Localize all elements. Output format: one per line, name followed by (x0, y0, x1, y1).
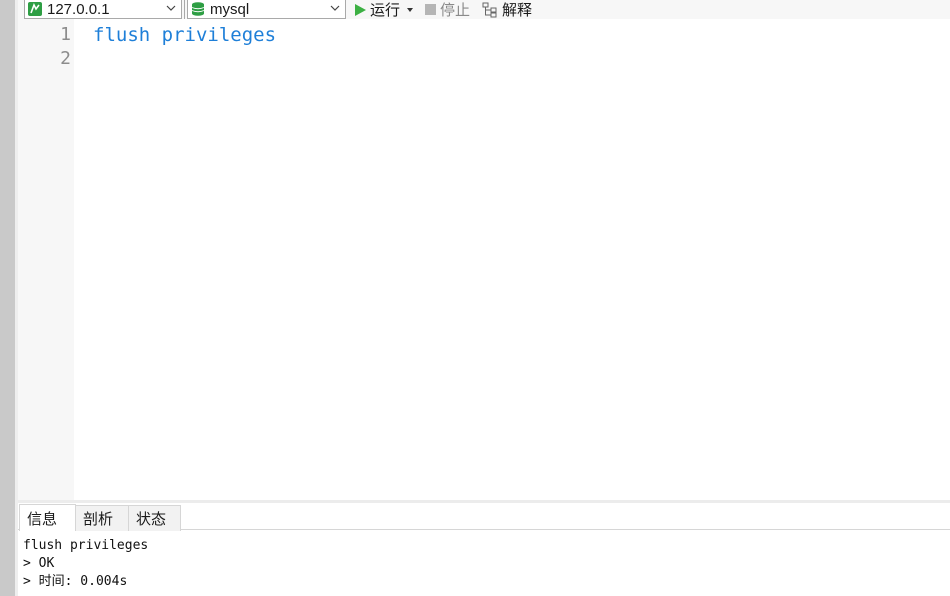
connection-select[interactable]: 127.0.0.1 (24, 0, 182, 19)
tab-info[interactable]: 信息 (19, 504, 76, 531)
output-line: > 时间: 0.004s (23, 574, 128, 589)
line-number: 1 (60, 24, 71, 45)
line-number-gutter: 1 2 (18, 19, 74, 500)
connection-value: 127.0.0.1 (47, 0, 110, 18)
play-icon (355, 3, 366, 16)
tab-label: 信息 (27, 510, 58, 528)
left-panel-strip (0, 0, 15, 596)
output-line: > OK (23, 556, 55, 571)
query-toolbar: 127.0.0.1 mysql 运行 停止 解释 (18, 0, 950, 19)
toolbar-separator (184, 0, 185, 19)
database-select[interactable]: mysql (187, 0, 346, 19)
run-label: 运行 (370, 2, 401, 19)
run-dropdown-caret-icon[interactable] (407, 7, 414, 12)
message-output: flush privileges > OK > 时间: 0.004s (18, 531, 950, 596)
tab-label: 状态 (136, 511, 167, 528)
explain-button[interactable]: 解释 (482, 0, 532, 19)
database-icon (191, 2, 205, 16)
query-editor-window: 127.0.0.1 mysql 运行 停止 解释 1 2 flush privi… (0, 0, 950, 596)
line-number: 2 (60, 48, 71, 69)
stop-button[interactable]: 停止 (425, 0, 470, 19)
chevron-down-icon[interactable] (165, 2, 177, 14)
database-value: mysql (210, 0, 250, 18)
tab-profile[interactable]: 剖析 (75, 505, 129, 531)
output-line: flush privileges (23, 538, 149, 553)
connection-icon (28, 2, 42, 16)
tab-status[interactable]: 状态 (128, 505, 181, 531)
explain-icon (482, 2, 497, 17)
tab-label: 剖析 (83, 511, 114, 528)
run-button[interactable]: 运行 (355, 0, 414, 19)
stop-icon (425, 4, 436, 15)
stop-label: 停止 (440, 2, 471, 19)
sql-editor[interactable]: flush privileges (74, 19, 950, 500)
code-line: flush privileges (93, 24, 277, 46)
chevron-down-icon[interactable] (329, 2, 341, 14)
explain-label: 解释 (502, 2, 533, 19)
result-tabs: 信息 剖析 状态 (18, 503, 950, 531)
